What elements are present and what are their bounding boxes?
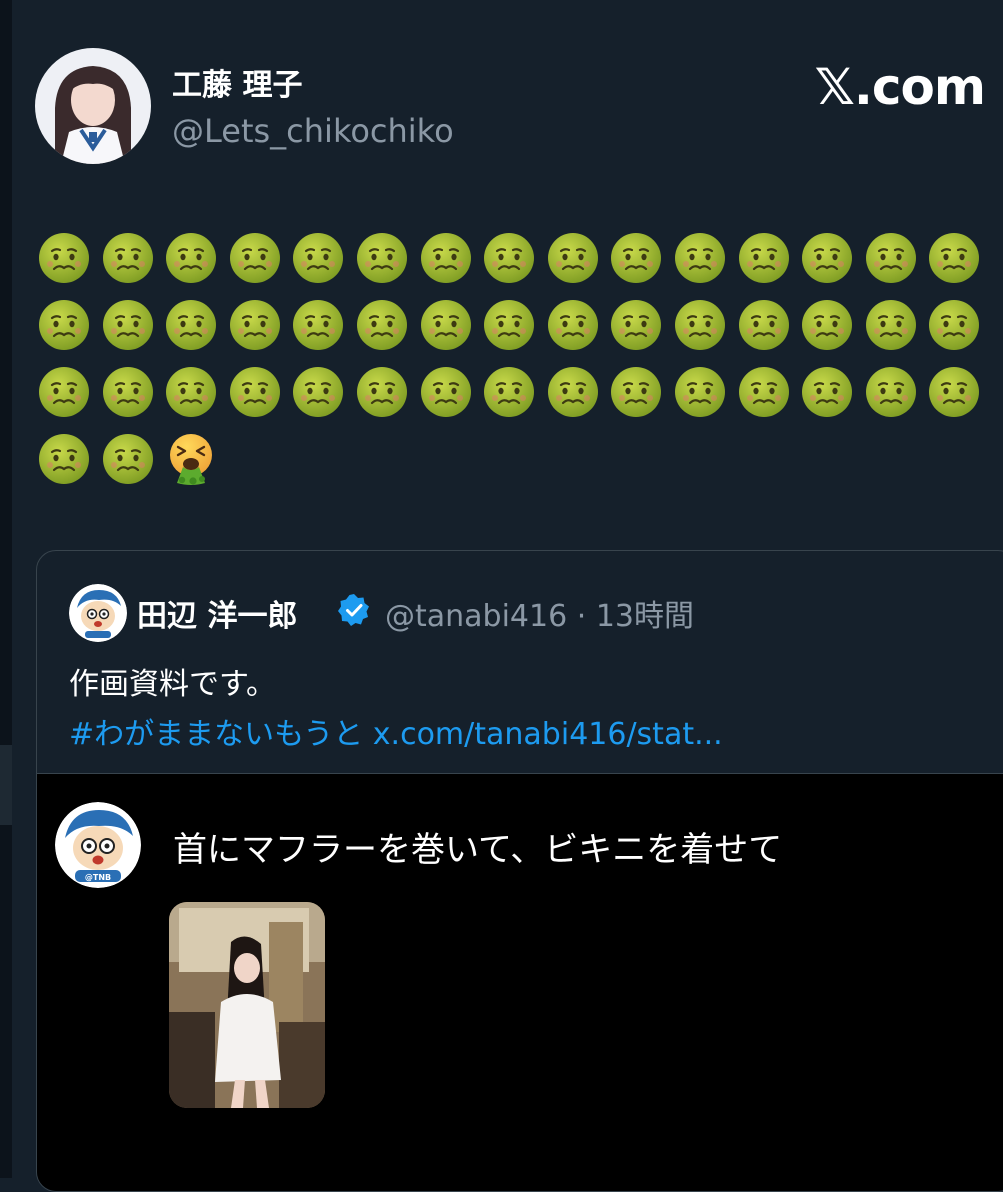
nauseated-face-icon bbox=[801, 232, 853, 284]
nauseated-face-icon bbox=[801, 366, 853, 418]
nauseated-face-icon bbox=[229, 232, 281, 284]
face-vomiting-icon bbox=[165, 433, 217, 485]
quoted-post[interactable]: 田辺 洋一郎 @tanabi416 · 13時間 作画資料です。 #わがままない… bbox=[36, 550, 1003, 1192]
post-url-link[interactable]: x.com/tanabi416/stat... bbox=[373, 717, 723, 752]
nauseated-face-icon bbox=[610, 232, 662, 284]
nauseated-face-icon bbox=[547, 232, 599, 284]
author-handle[interactable]: @Lets_chikochiko bbox=[172, 112, 454, 150]
nauseated-face-icon bbox=[292, 299, 344, 351]
nauseated-face-icon bbox=[738, 232, 790, 284]
hashtag-link[interactable]: #わがままないもうと bbox=[69, 717, 363, 752]
nauseated-face-icon bbox=[738, 299, 790, 351]
nauseated-face-icon bbox=[102, 232, 154, 284]
left-edge-block bbox=[0, 745, 12, 825]
nauseated-face-icon bbox=[483, 299, 535, 351]
nauseated-face-icon bbox=[38, 366, 90, 418]
quoted-author-avatar[interactable] bbox=[69, 584, 127, 642]
nauseated-face-icon bbox=[928, 299, 980, 351]
nauseated-face-icon bbox=[165, 232, 217, 284]
nauseated-face-icon bbox=[420, 232, 472, 284]
nauseated-face-icon bbox=[674, 299, 726, 351]
verified-badge-icon bbox=[337, 593, 371, 627]
nauseated-face-icon bbox=[420, 366, 472, 418]
nauseated-face-icon bbox=[356, 299, 408, 351]
quoted-author-name[interactable]: 田辺 洋一郎 bbox=[137, 591, 297, 635]
nauseated-face-icon bbox=[165, 366, 217, 418]
media-avatar-badge: @TNB bbox=[85, 873, 111, 882]
nauseated-face-icon bbox=[356, 232, 408, 284]
nauseated-face-icon bbox=[547, 366, 599, 418]
nauseated-face-icon bbox=[483, 232, 535, 284]
nauseated-face-icon bbox=[229, 299, 281, 351]
left-edge-strip bbox=[0, 0, 12, 1178]
nauseated-face-icon bbox=[865, 299, 917, 351]
nauseated-face-icon bbox=[483, 366, 535, 418]
nauseated-face-icon bbox=[38, 232, 90, 284]
nauseated-face-icon bbox=[102, 299, 154, 351]
nauseated-face-icon bbox=[38, 299, 90, 351]
nauseated-face-icon bbox=[801, 299, 853, 351]
nauseated-face-icon bbox=[865, 232, 917, 284]
nauseated-face-icon bbox=[674, 232, 726, 284]
nauseated-face-icon bbox=[420, 299, 472, 351]
brand-logo: 𝕏.com bbox=[814, 58, 986, 116]
media-avatar: @TNB bbox=[55, 802, 141, 888]
nauseated-face-icon bbox=[610, 299, 662, 351]
nauseated-face-icon bbox=[928, 366, 980, 418]
meta-separator: · bbox=[576, 599, 587, 634]
nauseated-face-icon bbox=[292, 366, 344, 418]
post-timestamp[interactable]: 13時間 bbox=[596, 599, 694, 634]
quoted-author-meta: @tanabi416 · 13時間 bbox=[385, 591, 694, 635]
nauseated-face-icon bbox=[292, 232, 344, 284]
nauseated-face-icon bbox=[674, 366, 726, 418]
nauseated-face-icon bbox=[102, 366, 154, 418]
emoji-text bbox=[38, 232, 998, 485]
nauseated-face-icon bbox=[610, 366, 662, 418]
quoted-post-text: 作画資料です。 bbox=[69, 667, 276, 702]
author-name[interactable]: 工藤 理子 bbox=[172, 60, 302, 104]
media-photo[interactable] bbox=[169, 902, 325, 1108]
quoted-author-handle[interactable]: @tanabi416 bbox=[385, 599, 567, 634]
quoted-post-links: #わがままないもうと x.com/tanabi416/stat... bbox=[69, 709, 723, 753]
author-avatar[interactable] bbox=[35, 48, 151, 164]
nauseated-face-icon bbox=[102, 433, 154, 485]
quoted-media[interactable]: @TNB 首にマフラーを巻いて、ビキニを着せて bbox=[37, 773, 1003, 1191]
media-caption: 首にマフラーを巻いて、ビキニを着せて bbox=[173, 830, 783, 870]
nauseated-face-icon bbox=[165, 299, 217, 351]
nauseated-face-icon bbox=[38, 433, 90, 485]
nauseated-face-icon bbox=[356, 366, 408, 418]
nauseated-face-icon bbox=[928, 232, 980, 284]
nauseated-face-icon bbox=[865, 366, 917, 418]
nauseated-face-icon bbox=[547, 299, 599, 351]
nauseated-face-icon bbox=[738, 366, 790, 418]
nauseated-face-icon bbox=[229, 366, 281, 418]
